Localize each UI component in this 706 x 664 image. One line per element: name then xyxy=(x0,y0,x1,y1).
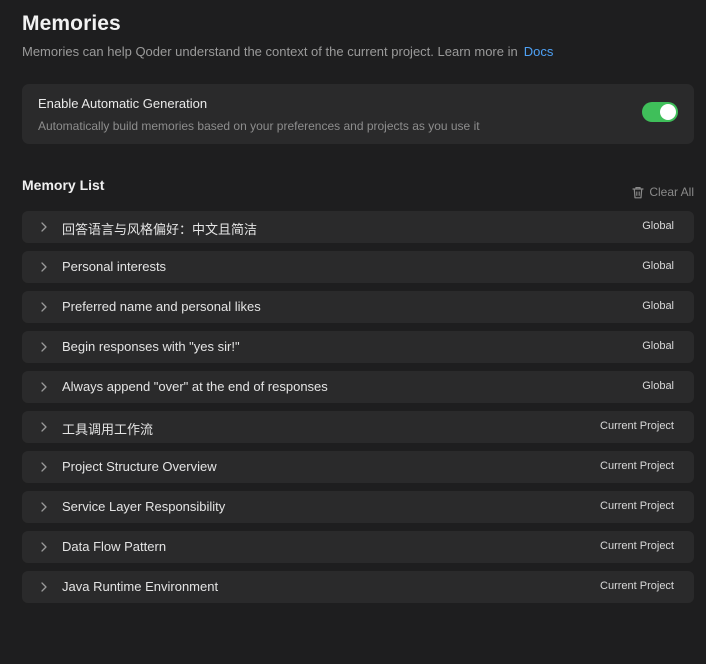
memory-item-title: Begin responses with "yes sir!" xyxy=(62,339,240,354)
docs-link[interactable]: Docs xyxy=(524,44,554,59)
auto-generation-toggle[interactable] xyxy=(642,102,678,122)
memory-scope-badge: Current Project xyxy=(600,460,674,472)
chevron-right-icon xyxy=(41,262,47,272)
chevron-right-icon xyxy=(41,582,47,592)
clear-all-button[interactable]: Clear All xyxy=(632,185,694,199)
auto-generation-card: Enable Automatic Generation Automaticall… xyxy=(22,84,694,144)
chevron-right-icon xyxy=(41,422,47,432)
trash-icon xyxy=(632,186,644,199)
memory-item[interactable]: 工具调用工作流 Current Project xyxy=(22,411,694,443)
memory-item[interactable]: Begin responses with "yes sir!" Global xyxy=(22,331,694,363)
subtitle-text: Memories can help Qoder understand the c… xyxy=(22,44,518,59)
memory-list-heading: Memory List xyxy=(22,177,105,193)
memory-item[interactable]: Data Flow Pattern Current Project xyxy=(22,531,694,563)
memory-item-title: 工具调用工作流 xyxy=(62,422,154,437)
chevron-right-icon xyxy=(41,222,47,232)
memory-scope-badge: Global xyxy=(642,260,674,272)
memory-item-title: Always append "over" at the end of respo… xyxy=(62,379,328,394)
memory-item[interactable]: Always append "over" at the end of respo… xyxy=(22,371,694,403)
chevron-right-icon xyxy=(41,382,47,392)
chevron-right-icon xyxy=(41,302,47,312)
memory-item-title: Personal interests xyxy=(62,259,167,274)
auto-generation-title: Enable Automatic Generation xyxy=(38,96,208,111)
clear-all-label: Clear All xyxy=(649,185,694,199)
memory-scope-badge: Global xyxy=(642,340,674,352)
memory-item[interactable]: 回答语言与风格偏好：中文且简洁 Global xyxy=(22,211,694,243)
memory-item-title: Preferred name and personal likes xyxy=(62,299,261,314)
memories-page: Memories Memories can help Qoder underst… xyxy=(0,0,706,664)
page-subtitle: Memories can help Qoder understand the c… xyxy=(22,44,553,59)
memory-item-title: 回答语言与风格偏好：中文且简洁 xyxy=(62,222,258,237)
memory-item-title: Service Layer Responsibility xyxy=(62,499,226,514)
toggle-knob xyxy=(660,104,676,120)
chevron-right-icon xyxy=(41,462,47,472)
page-title: Memories xyxy=(22,12,121,35)
memory-item[interactable]: Service Layer Responsibility Current Pro… xyxy=(22,491,694,523)
auto-generation-description: Automatically build memories based on yo… xyxy=(38,119,480,133)
memory-item[interactable]: Project Structure Overview Current Proje… xyxy=(22,451,694,483)
memory-item-title: Project Structure Overview xyxy=(62,459,217,474)
memory-item[interactable]: Java Runtime Environment Current Project xyxy=(22,571,694,603)
memory-scope-badge: Global xyxy=(642,300,674,312)
memory-scope-badge: Current Project xyxy=(600,580,674,592)
memory-item-title: Data Flow Pattern xyxy=(62,539,167,554)
chevron-right-icon xyxy=(41,542,47,552)
memory-scope-badge: Current Project xyxy=(600,500,674,512)
chevron-right-icon xyxy=(41,502,47,512)
memory-list: 回答语言与风格偏好：中文且简洁 Global Personal interest… xyxy=(22,211,694,611)
memory-scope-badge: Current Project xyxy=(600,540,674,552)
memory-item[interactable]: Preferred name and personal likes Global xyxy=(22,291,694,323)
chevron-right-icon xyxy=(41,342,47,352)
memory-item-title: Java Runtime Environment xyxy=(62,579,219,594)
memory-item[interactable]: Personal interests Global xyxy=(22,251,694,283)
memory-scope-badge: Global xyxy=(642,380,674,392)
memory-scope-badge: Current Project xyxy=(600,420,674,432)
memory-scope-badge: Global xyxy=(642,220,674,232)
